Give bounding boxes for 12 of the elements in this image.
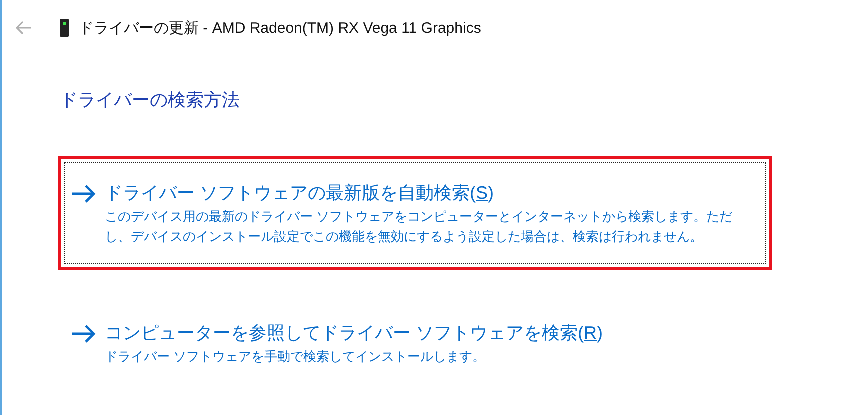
option-description: このデバイス用の最新のドライバー ソフトウェアをコンピューターとインターネットから検索します。ただし、デバイスのインストール設定でこの機能を無効にするよう設定した場合は、検索は行われません。 — [105, 208, 734, 246]
arrow-icon — [71, 325, 97, 343]
back-arrow-icon — [16, 21, 32, 35]
option-title: コンピューターを参照してドライバー ソフトウェアを検索(R) — [105, 322, 603, 345]
search-option[interactable]: コンピューターを参照してドライバー ソフトウェアを検索(R) ドライバー ソフトウェアを手動で検索してインストールします。 — [58, 296, 772, 390]
device-icon — [60, 19, 69, 37]
page-heading: ドライバーの検索方法 — [60, 89, 241, 112]
arrow-icon — [71, 185, 97, 203]
search-option[interactable]: ドライバー ソフトウェアの最新版を自動検索(S) このデバイス用の最新のドライバー ソフトウェアをコンピューターとインターネットから検索します。ただし、デバイスのインストール設定でこの機能を無効にするよう設定した場合は、検索は行われません。 — [58, 156, 772, 270]
window-title: ドライバーの更新 - AMD Radeon(TM) RX Vega 11 Graphics — [79, 18, 482, 38]
option-title: ドライバー ソフトウェアの最新版を自動検索(S) — [105, 182, 496, 205]
option-description: ドライバー ソフトウェアを手動で検索してインストールします。 — [105, 348, 487, 366]
